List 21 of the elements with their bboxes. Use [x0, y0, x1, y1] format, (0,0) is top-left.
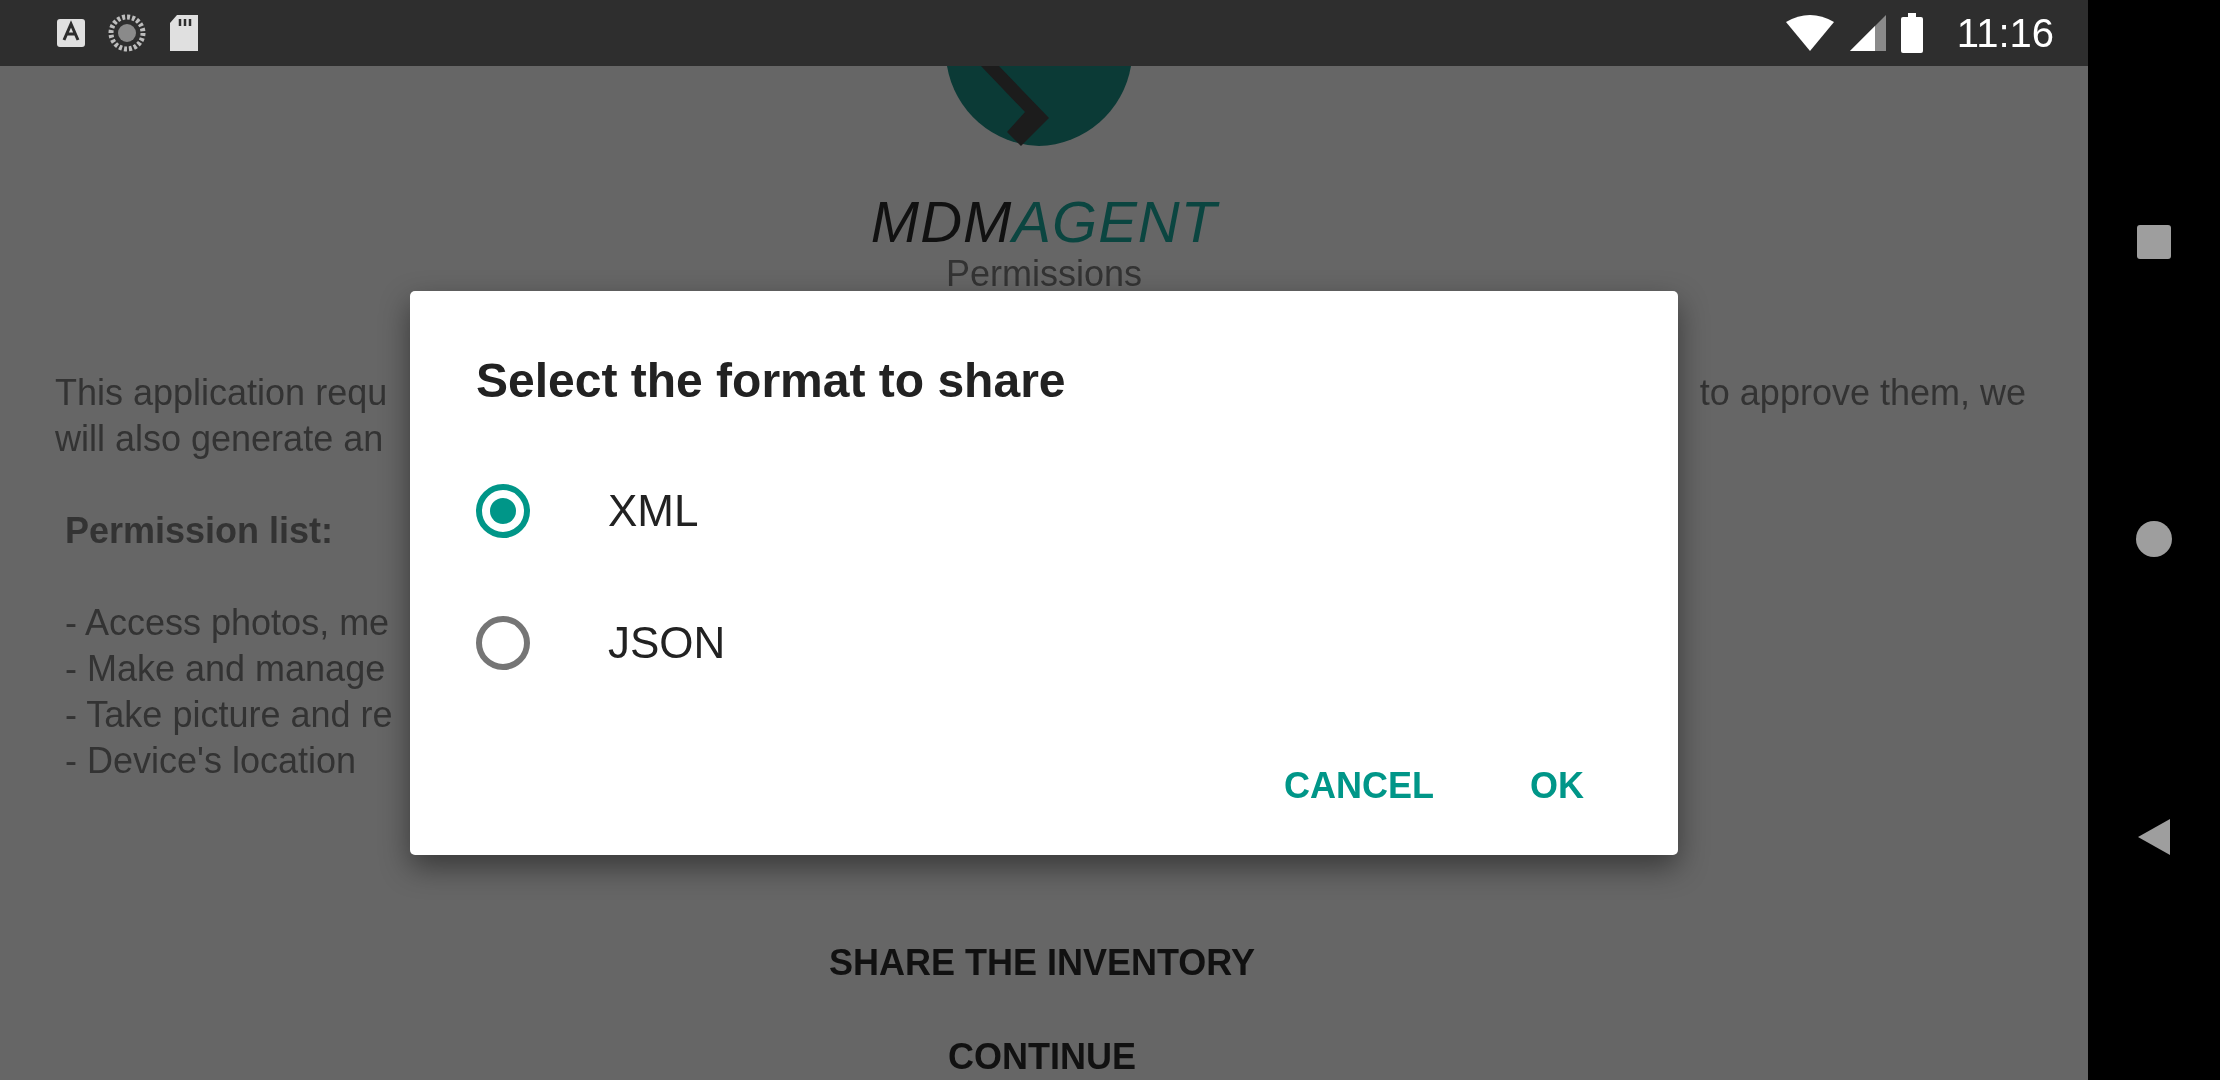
dialog-title: Select the format to share [476, 353, 1067, 409]
option-label: JSON [608, 618, 726, 668]
loading-icon [108, 14, 146, 52]
signal-icon [1848, 14, 1887, 52]
cancel-button[interactable]: CANCEL [1264, 749, 1454, 823]
clock: 11:16 [1956, 10, 2054, 56]
radio-option[interactable]: XML [476, 445, 1612, 577]
app-logo-text: MDMAGENT [870, 192, 1218, 252]
text-button[interactable]: CONTINUE [940, 1032, 1144, 1080]
battery-icon [1900, 13, 1923, 53]
radio-button[interactable] [476, 484, 530, 538]
wifi-icon [1784, 14, 1835, 52]
back-icon[interactable] [2138, 819, 2170, 855]
text-button[interactable]: SHARE THE INVENTORY [820, 938, 1264, 988]
radio-option[interactable]: JSON [476, 577, 1612, 709]
sd-card-icon [168, 14, 200, 52]
home-icon[interactable] [2136, 521, 2172, 557]
font-icon [56, 18, 86, 48]
radio-button[interactable] [476, 616, 530, 670]
ok-button[interactable]: OK [1510, 749, 1604, 823]
option-label: XML [608, 486, 699, 536]
